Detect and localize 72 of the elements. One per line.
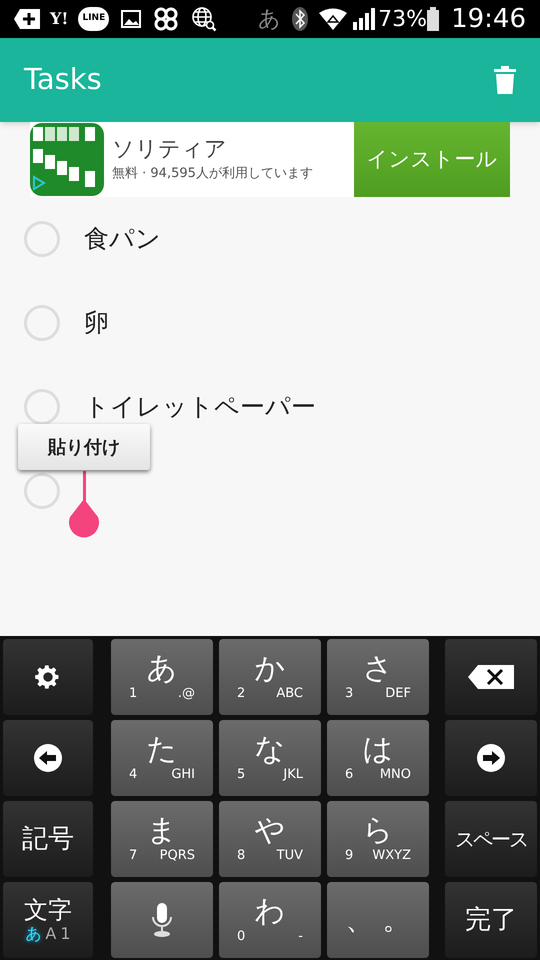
key-letters: TUV bbox=[276, 848, 303, 864]
input-mode-key[interactable]: 文字 あ A 1 bbox=[3, 882, 93, 958]
keyboard-key[interactable] bbox=[445, 639, 537, 715]
app-icon bbox=[30, 123, 104, 196]
clock: 19:46 bbox=[451, 2, 526, 36]
key-digit: 8 bbox=[237, 848, 246, 864]
keyboard-key[interactable] bbox=[3, 639, 93, 715]
paste-popup[interactable]: 貼り付け bbox=[18, 424, 150, 470]
key-letters: WXYZ bbox=[372, 848, 411, 864]
image-icon bbox=[121, 10, 142, 28]
task-text[interactable]: 食パン bbox=[84, 220, 161, 258]
key-digit: 6 bbox=[345, 767, 354, 783]
keyboard-key[interactable]: ま 7 PQRS bbox=[111, 801, 213, 877]
backspace-icon bbox=[468, 665, 514, 689]
key-letters: PQRS bbox=[160, 848, 195, 864]
key-letters: JKL bbox=[283, 767, 303, 783]
key-letters: MNO bbox=[380, 767, 411, 783]
keyboard-key[interactable]: た 4 GHI bbox=[111, 720, 213, 796]
yahoo-logo: Y! bbox=[50, 8, 68, 30]
keyboard-key[interactable]: は 6 MNO bbox=[327, 720, 429, 796]
mode-indicator: 1 bbox=[60, 924, 71, 944]
key-digit: 3 bbox=[345, 686, 354, 702]
ad-subtitle: 無料 · 94,595人が利用しています bbox=[112, 164, 314, 183]
key-digit: 7 bbox=[129, 848, 138, 864]
keyboard-key[interactable] bbox=[3, 720, 93, 796]
keyboard-key[interactable]: あ 1 .@ bbox=[111, 639, 213, 715]
key-letters: DEF bbox=[385, 686, 411, 702]
key-digit: 2 bbox=[237, 686, 246, 702]
mode-indicator: あ bbox=[25, 924, 42, 944]
keyboard-key[interactable] bbox=[111, 882, 213, 958]
keyboard-key[interactable]: や 8 TUV bbox=[219, 801, 321, 877]
globe-search-icon bbox=[191, 6, 218, 32]
keyboard-key[interactable]: ら 9 WXYZ bbox=[327, 801, 429, 877]
key-digit: 0 bbox=[237, 929, 246, 945]
key-letters: ABC bbox=[276, 686, 303, 702]
task-checkbox[interactable] bbox=[24, 221, 60, 257]
key-digit: 4 bbox=[129, 767, 138, 783]
battery-icon bbox=[427, 7, 440, 31]
task-text[interactable]: トイレットペーパー bbox=[84, 388, 316, 426]
key-digit: 9 bbox=[345, 848, 354, 864]
ad-title: ソリティア bbox=[112, 136, 228, 164]
battery-percentage: 73% bbox=[378, 6, 428, 34]
key-digit: 5 bbox=[237, 767, 246, 783]
plus-tag-icon bbox=[14, 8, 40, 30]
keyboard-key[interactable]: 、 。 bbox=[327, 882, 429, 958]
wifi-icon bbox=[319, 8, 348, 30]
key-label: 文字 bbox=[24, 896, 72, 924]
key-letters: - bbox=[298, 929, 303, 945]
keyboard-key[interactable]: な 5 JKL bbox=[219, 720, 321, 796]
ad-banner[interactable]: ソリティア 無料 · 94,595人が利用しています インストール bbox=[30, 122, 510, 197]
keyboard-key[interactable]: スペース bbox=[445, 801, 537, 877]
key-letters: .@ bbox=[178, 686, 195, 702]
flower-icon bbox=[153, 6, 180, 32]
keyboard-key[interactable]: 記号 bbox=[3, 801, 93, 877]
mode-indicator: A bbox=[45, 924, 56, 944]
key-letters: GHI bbox=[171, 767, 195, 783]
keyboard-key[interactable]: さ 3 DEF bbox=[327, 639, 429, 715]
trash-icon[interactable] bbox=[494, 66, 516, 94]
task-text[interactable]: 卵 bbox=[84, 304, 109, 342]
task-checkbox[interactable] bbox=[24, 473, 60, 509]
app-title: Tasks bbox=[24, 61, 103, 98]
keyboard-key[interactable] bbox=[445, 720, 537, 796]
microphone-icon bbox=[150, 903, 174, 937]
signal-icon bbox=[353, 8, 376, 30]
keyboard-key[interactable]: わ 0 - bbox=[219, 882, 321, 958]
ime-indicator: あ bbox=[258, 6, 282, 34]
keyboard-key[interactable]: か 2 ABC bbox=[219, 639, 321, 715]
bluetooth-icon bbox=[291, 6, 310, 32]
keyboard-key[interactable]: 完了 bbox=[445, 882, 537, 958]
line-logo: LINE bbox=[78, 7, 110, 31]
key-digit: 1 bbox=[129, 686, 138, 702]
task-checkbox[interactable] bbox=[24, 305, 60, 341]
